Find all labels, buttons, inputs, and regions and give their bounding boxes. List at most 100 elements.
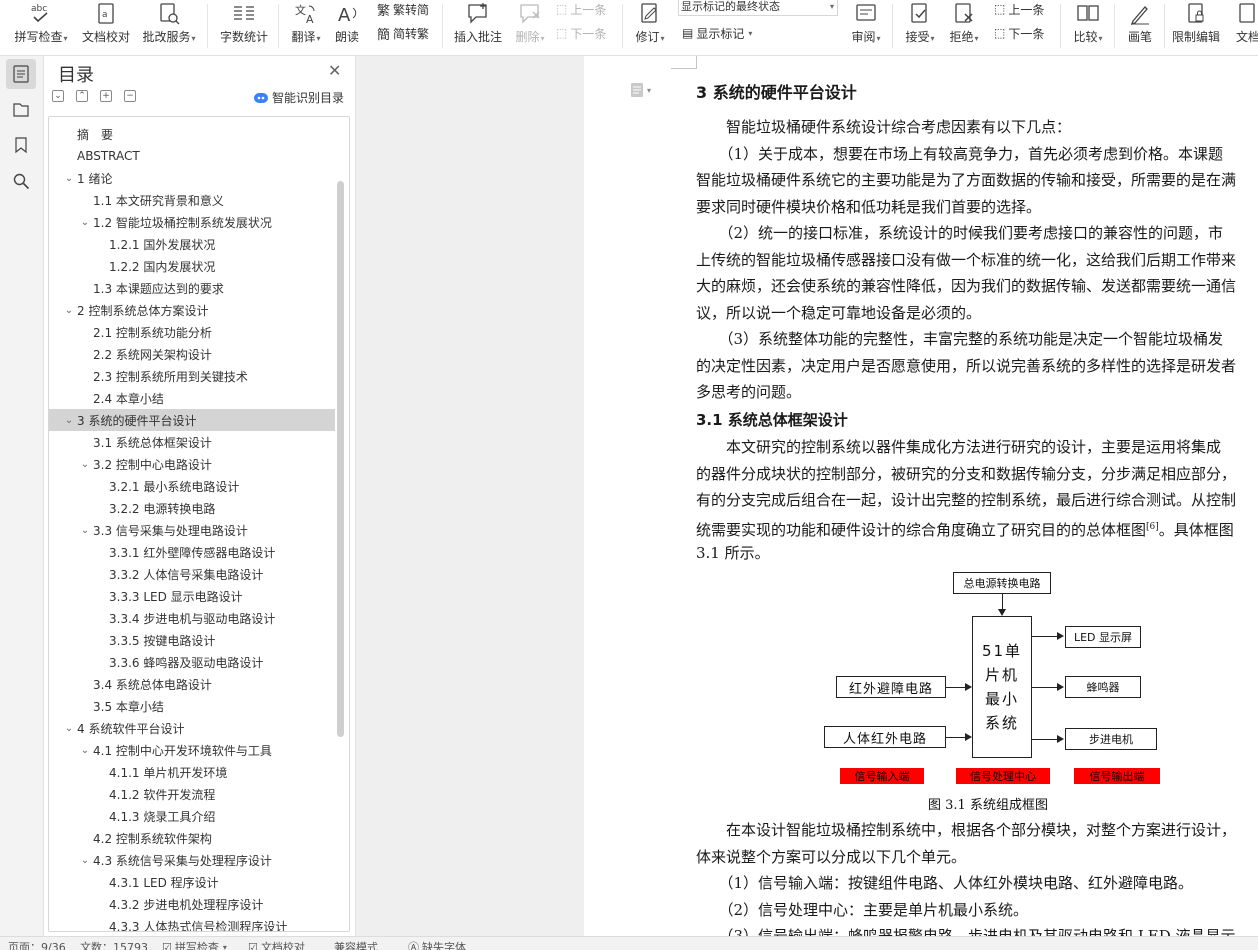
toc-item[interactable]: ⌄ 1 绪论 bbox=[49, 167, 335, 189]
toc-item[interactable]: 摘 要 bbox=[49, 123, 335, 145]
status-spell-check[interactable]: ☑ 拼写检查 ▾ bbox=[162, 939, 227, 950]
add-heading-icon[interactable]: + bbox=[100, 90, 112, 102]
toc-item[interactable]: ⌄ 1.2 智能垃圾桶控制系统发展状况 bbox=[49, 211, 335, 233]
toc-item[interactable]: 4.1.3 烧录工具介绍 bbox=[49, 805, 335, 827]
toc-item[interactable]: 4.3.1 LED 程序设计 bbox=[49, 871, 335, 893]
missing-font-indicator[interactable]: Ⓐ 缺失字体 bbox=[408, 939, 466, 950]
toc-item-label: 3.4 系统总体电路设计 bbox=[93, 677, 212, 692]
track-changes-button[interactable]: 修订▾ bbox=[630, 0, 670, 50]
spell-check-button[interactable]: abc 拼写检查▾ bbox=[12, 0, 70, 50]
toc-item[interactable]: 3.3.1 红外壁障传感器电路设计 bbox=[49, 541, 335, 563]
toc-item[interactable]: 3.3.6 蜂鸣器及驱动电路设计 bbox=[49, 651, 335, 673]
toc-item[interactable]: 3.2.1 最小系统电路设计 bbox=[49, 475, 335, 497]
page-indicator[interactable]: 页面：9/36 bbox=[8, 939, 66, 950]
toc-item[interactable]: ABSTRACT bbox=[49, 145, 335, 167]
chapter-panel-button[interactable] bbox=[6, 94, 36, 124]
word-count-indicator[interactable]: 文数：15793 bbox=[80, 939, 148, 950]
toc-item[interactable]: 1.3 本课题应达到的要求 bbox=[49, 277, 335, 299]
toc-item[interactable]: 3.1 系统总体框架设计 bbox=[49, 431, 335, 453]
track-changes-icon bbox=[638, 0, 662, 26]
expand-arrow-icon[interactable]: ⌄ bbox=[79, 525, 91, 536]
toc-item[interactable]: 3.3.2 人体信号采集电路设计 bbox=[49, 563, 335, 585]
toc-item[interactable]: 3.3.4 步进电机与驱动电路设计 bbox=[49, 607, 335, 629]
remove-heading-icon[interactable]: − bbox=[124, 90, 136, 102]
show-markup-button[interactable]: ▤ 显示标记 ▾ bbox=[682, 24, 752, 42]
toc-item[interactable]: 3.5 本章小结 bbox=[49, 695, 335, 717]
toc-item[interactable]: 2.4 本章小结 bbox=[49, 387, 335, 409]
prev-comment-button[interactable]: ⬚ 上一条 bbox=[556, 0, 606, 18]
read-aloud-button[interactable]: A 朗读 bbox=[330, 0, 364, 50]
toc-item[interactable]: ⌄ 3.2 控制中心电路设计 bbox=[49, 453, 335, 475]
expand-arrow-icon[interactable]: ⌄ bbox=[63, 723, 75, 734]
expand-arrow-icon[interactable]: ⌄ bbox=[63, 415, 75, 426]
toc-item[interactable]: 3.3.3 LED 显示电路设计 bbox=[49, 585, 335, 607]
text-line: 的器件分成块状的控制部分，被研究的分支和数据传输分支，分步满足相应部分， bbox=[696, 461, 1236, 487]
toc-item-label: 3.3.2 人体信号采集电路设计 bbox=[109, 567, 264, 582]
toc-item[interactable]: 4.2 控制系统软件架构 bbox=[49, 827, 335, 849]
expand-arrow-icon[interactable]: ⌄ bbox=[79, 217, 91, 228]
smart-recognize-button[interactable]: 智能识别目录 bbox=[254, 89, 344, 106]
toc-item[interactable]: 2.1 控制系统功能分析 bbox=[49, 321, 335, 343]
toc-item[interactable]: 4.1.2 软件开发流程 bbox=[49, 783, 335, 805]
toc-item[interactable]: ⌄ 3 系统的硬件平台设计 bbox=[49, 409, 335, 431]
bookmark-panel-button[interactable] bbox=[6, 130, 36, 160]
toc-item[interactable]: 3.2.2 电源转换电路 bbox=[49, 497, 335, 519]
restrict-edit-button[interactable]: 限制编辑 bbox=[1170, 0, 1222, 50]
expand-up-icon[interactable]: ⌃ bbox=[76, 90, 88, 102]
expand-arrow-icon[interactable]: ⌄ bbox=[79, 745, 91, 756]
next-comment-button[interactable]: ⬚ 下一条 bbox=[556, 24, 606, 42]
toc-item-label: 3 系统的硬件平台设计 bbox=[77, 413, 197, 428]
trad-to-simp-button[interactable]: 繁繁转简 bbox=[377, 0, 429, 19]
compare-button[interactable]: 比较▾ bbox=[1068, 0, 1108, 50]
toc-item[interactable]: 4.1.1 单片机开发环境 bbox=[49, 761, 335, 783]
search-panel-button[interactable] bbox=[6, 166, 36, 196]
toc-item[interactable]: 3.3.5 按键电路设计 bbox=[49, 629, 335, 651]
citation-mark[interactable]: [6] bbox=[1146, 522, 1159, 532]
toc-item[interactable]: 4.3.2 步进电机处理程序设计 bbox=[49, 893, 335, 915]
toc-item[interactable]: 2.3 控制系统所用到关键技术 bbox=[49, 365, 335, 387]
simp-to-trad-button[interactable]: 簡简转繁 bbox=[377, 24, 429, 43]
prev-change-button[interactable]: ⬚ 上一条 bbox=[994, 0, 1044, 18]
doc-proof-button[interactable]: a 文档校对 bbox=[80, 0, 132, 50]
expand-arrow-icon[interactable]: ⌄ bbox=[79, 459, 91, 470]
delete-comment-button[interactable]: 删除▾ bbox=[510, 0, 550, 50]
paragraph-layout-button[interactable]: ▾ bbox=[630, 82, 651, 98]
pen-button[interactable]: 画笔 bbox=[1122, 0, 1158, 50]
document-canvas-margin bbox=[356, 56, 584, 936]
reject-button[interactable]: 拒绝▾ bbox=[944, 0, 984, 50]
toc-item[interactable]: 1.2.2 国内发展状况 bbox=[49, 255, 335, 277]
expand-arrow-icon[interactable]: ⌄ bbox=[63, 173, 75, 184]
collapse-all-icon[interactable]: ⌄ bbox=[52, 90, 64, 102]
toc-scrollbar[interactable] bbox=[337, 181, 344, 737]
status-doc-proof[interactable]: ☑ 文档校对 bbox=[248, 939, 305, 950]
review-button[interactable]: 审阅▾ bbox=[846, 0, 886, 50]
toc-item[interactable]: ⌄ 4.3 系统信号采集与处理程序设计 bbox=[49, 849, 335, 871]
restrict-edit-label: 限制编辑 bbox=[1171, 30, 1220, 44]
toc-tree: 摘 要 ABSTRACT ⌄ 1 绪论 1.1 本文研究背景和意义 ⌄ 1.2 智能垃圾桶控… bbox=[48, 116, 350, 932]
toc-item[interactable]: 1.1 本文研究背景和意义 bbox=[49, 189, 335, 211]
toc-item[interactable]: ⌄ 2 控制系统总体方案设计 bbox=[49, 299, 335, 321]
toc-item[interactable]: 2.2 系统网关架构设计 bbox=[49, 343, 335, 365]
insert-comment-button[interactable]: 插入批注 bbox=[452, 0, 504, 50]
toc-item[interactable]: ⌄ 4 系统软件平台设计 bbox=[49, 717, 335, 739]
expand-arrow-icon[interactable]: ⌄ bbox=[79, 855, 91, 866]
toc-item[interactable]: 1.2.1 国外发展状况 bbox=[49, 233, 335, 255]
annotate-service-button[interactable]: 批改服务▾ bbox=[140, 0, 198, 50]
toc-panel-button[interactable] bbox=[6, 59, 36, 89]
translate-button[interactable]: 文A 翻译▾ bbox=[286, 0, 326, 50]
word-count-button[interactable]: 字数统计 bbox=[218, 0, 270, 50]
next-change-button[interactable]: ⬚ 下一条 bbox=[994, 24, 1044, 42]
toc-item[interactable]: ⌄ 4.1 控制中心开发环境软件与工具 bbox=[49, 739, 335, 761]
text-line: 统需要实现的功能和硬件设计的综合角度确立了研究目的的总体框图[6]。具体框图 bbox=[696, 514, 1234, 540]
toc-item[interactable]: 3.4 系统总体电路设计 bbox=[49, 673, 335, 695]
toc-item[interactable]: ⌄ 3.3 信号采集与处理电路设计 bbox=[49, 519, 335, 541]
accept-icon bbox=[908, 0, 932, 26]
accept-button[interactable]: 接受▾ bbox=[900, 0, 940, 50]
expand-arrow-icon[interactable]: ⌄ bbox=[63, 305, 75, 316]
text-line: （2）统一的接口标准，系统设计的时候我们要考虑接口的兼容性的问题，市 bbox=[696, 220, 1223, 246]
markup-state-select[interactable]: 显示标记的最终状态 ▾ bbox=[678, 0, 838, 16]
close-icon[interactable]: ✕ bbox=[328, 61, 341, 80]
text-line-content: 要求同时硬件模块价格和低功耗是我们首要的选择。 bbox=[696, 197, 1042, 216]
doc-rights-button[interactable]: 文档 bbox=[1228, 0, 1258, 50]
toc-item[interactable]: 4.3.3 人体热式信号检测程序设计 bbox=[49, 915, 335, 932]
